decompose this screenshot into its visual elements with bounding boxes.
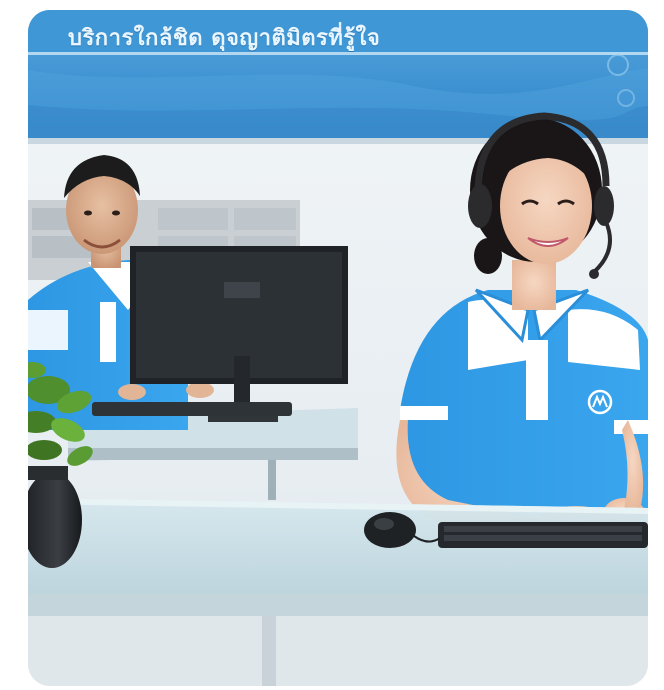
keyboard — [438, 522, 648, 548]
banner-text: บริการใกล้ชิด ดุจญาติมิตรที่รู้ใจ — [68, 26, 381, 51]
call-center-photo — [28, 10, 648, 686]
back-keyboard — [92, 402, 292, 416]
photo-frame: บริการใกล้ชิด ดุจญาติมิตรที่รู้ใจ — [28, 10, 648, 686]
